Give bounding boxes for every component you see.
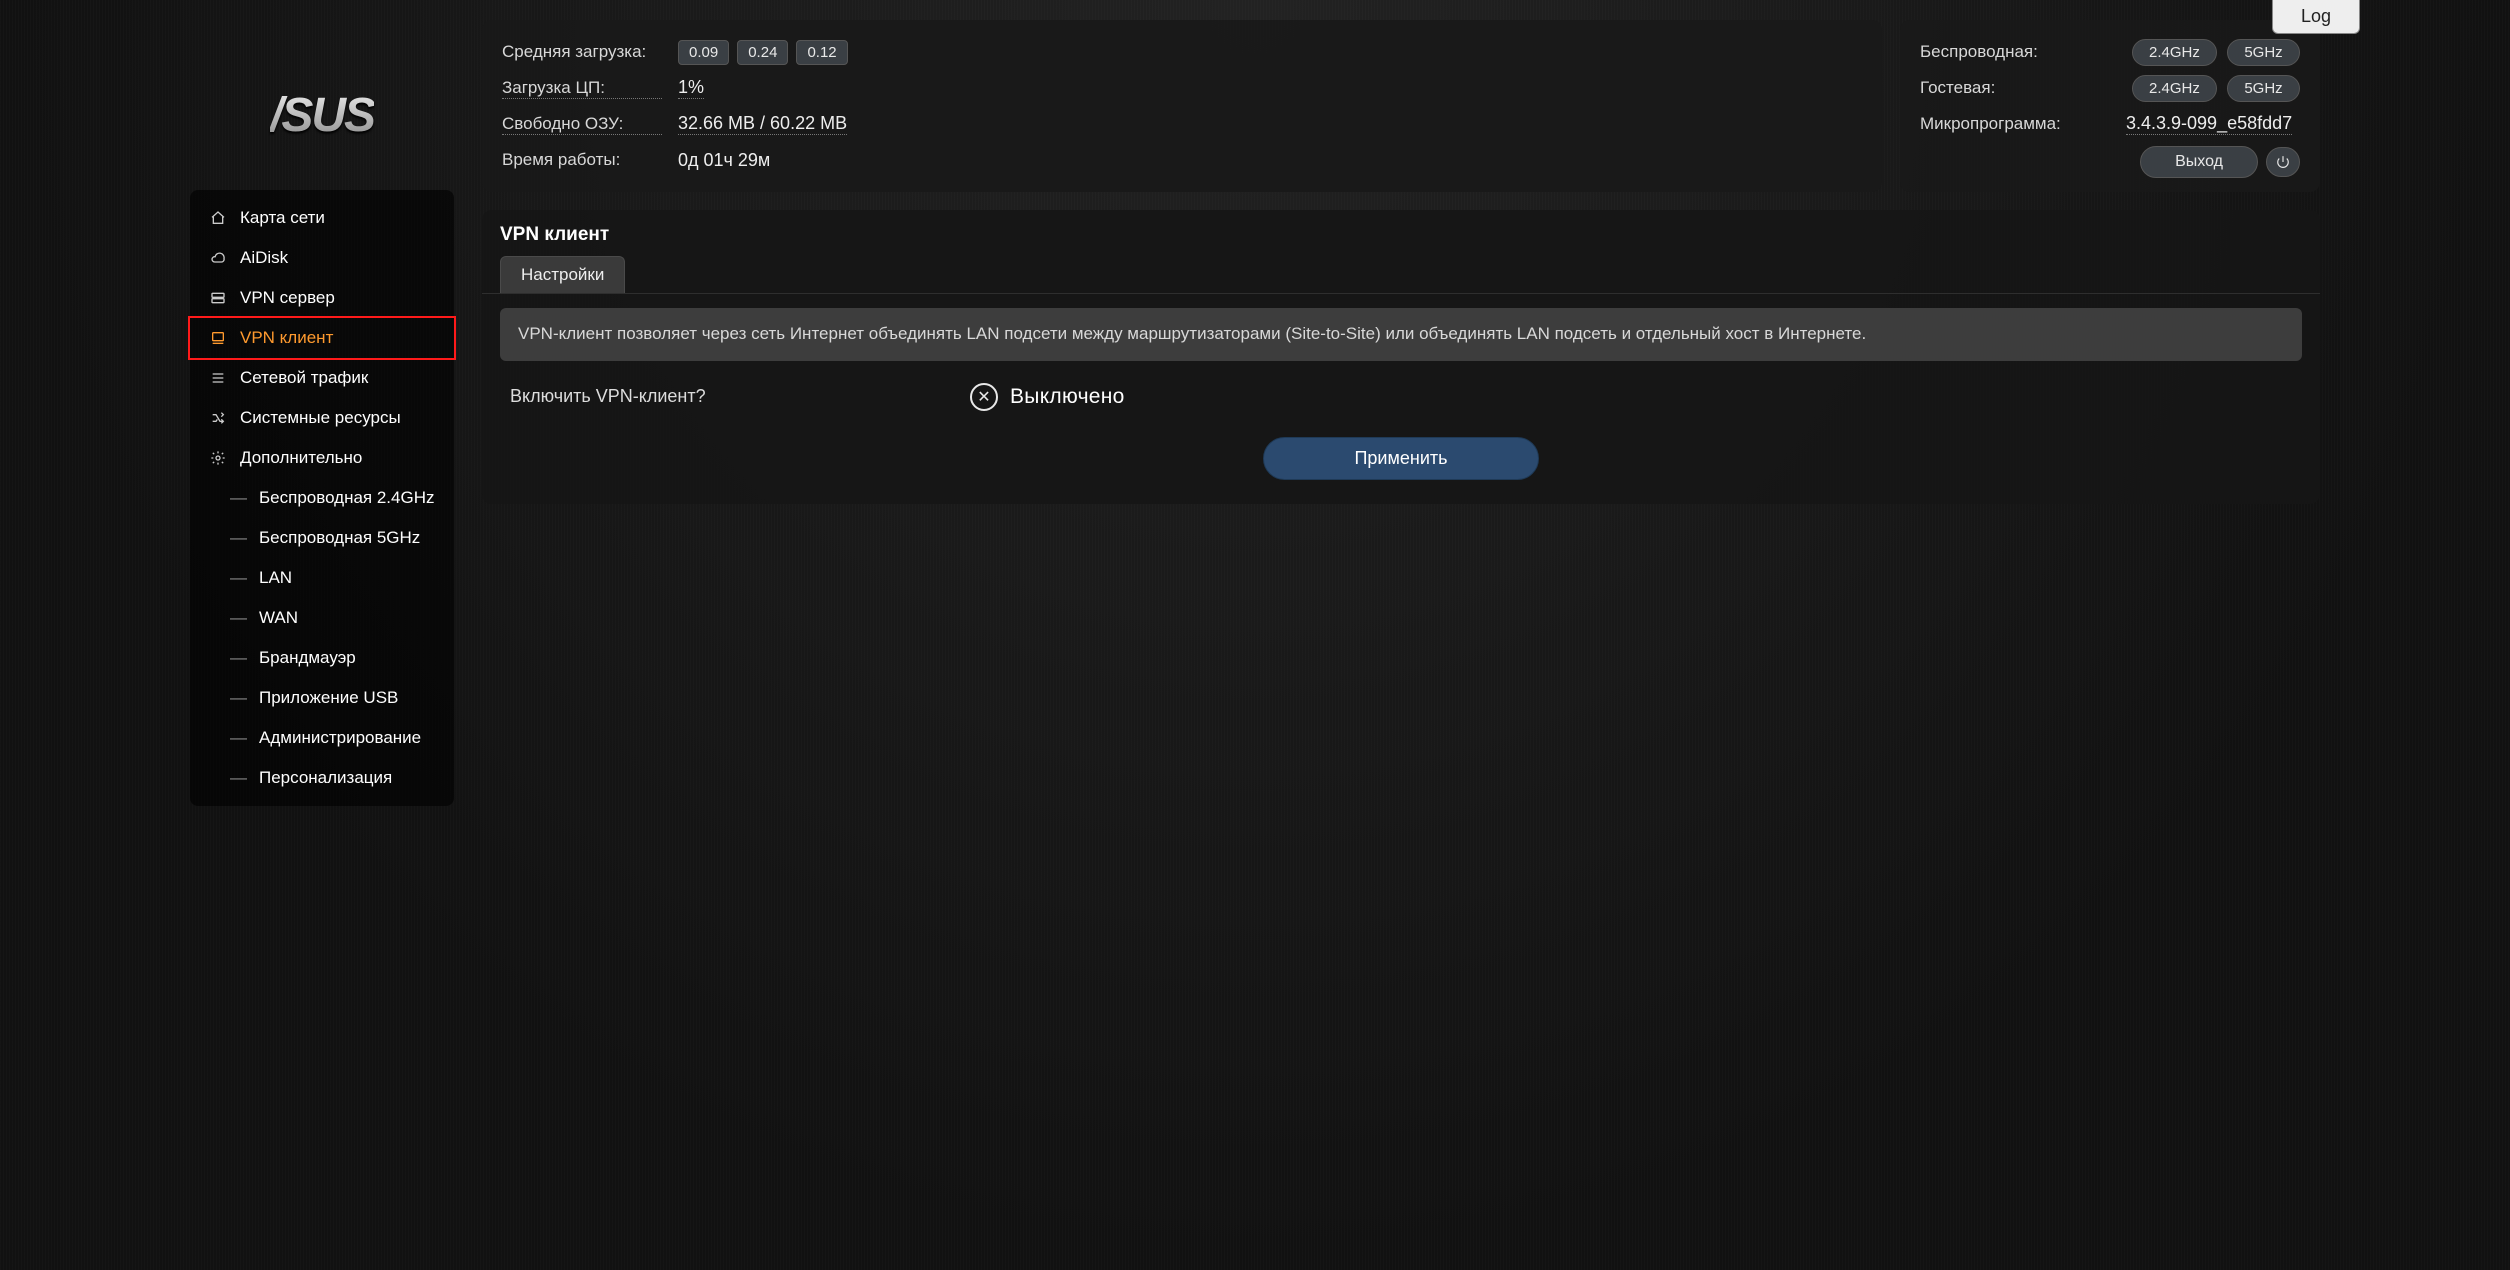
nav-sub-firewall[interactable]: — Брандмауэр <box>190 638 454 678</box>
nav-vpn-client[interactable]: VPN клиент <box>188 316 456 360</box>
nav-sub-lan[interactable]: — LAN <box>190 558 454 598</box>
dash-icon: — <box>230 568 247 588</box>
shuffle-icon <box>208 410 228 426</box>
uptime-value: 0д 01ч 29м <box>678 150 770 171</box>
log-tab[interactable]: Log <box>2272 0 2360 34</box>
wireless-label: Беспроводная: <box>1920 42 2110 62</box>
nav-label: VPN сервер <box>240 288 335 308</box>
nav-vpn-server[interactable]: VPN сервер <box>190 278 454 318</box>
nav-sub-label: Администрирование <box>259 728 421 748</box>
server-icon <box>208 290 228 306</box>
nav-sub-label: WAN <box>259 608 298 628</box>
nav-aidisk[interactable]: AiDisk <box>190 238 454 278</box>
nav-label: Системные ресурсы <box>240 408 401 428</box>
list-icon <box>208 370 228 386</box>
load-pill-2: 0.24 <box>737 40 788 65</box>
tab-settings[interactable]: Настройки <box>500 256 625 293</box>
drive-icon <box>208 330 228 346</box>
power-icon <box>2276 155 2290 169</box>
nav-advanced[interactable]: Дополнительно <box>190 438 454 478</box>
dash-icon: — <box>230 728 247 748</box>
close-circle-icon: ✕ <box>970 383 998 411</box>
sidebar: /SUS Карта сети AiDisk <box>190 20 454 806</box>
dash-icon: — <box>230 528 247 548</box>
page-title: VPN клиент <box>500 224 2302 246</box>
guest-5-chip[interactable]: 5GHz <box>2227 75 2299 102</box>
nav-sub-wifi24[interactable]: — Беспроводная 2.4GHz <box>190 478 454 518</box>
ram-label: Свободно ОЗУ: <box>502 114 662 135</box>
nav-sub-label: Беспроводная 2.4GHz <box>259 488 434 508</box>
status-row: Средняя загрузка: 0.09 0.24 0.12 Загрузк… <box>482 20 2320 192</box>
nav-sub-label: Беспроводная 5GHz <box>259 528 420 548</box>
load-pill-1: 0.09 <box>678 40 729 65</box>
enable-row: Включить VPN-клиент? ✕ Выключено <box>500 361 2302 419</box>
log-tab-label: Log <box>2301 6 2331 26</box>
firmware-label: Микропрограмма: <box>1920 114 2110 134</box>
power-button[interactable] <box>2266 147 2300 177</box>
dash-icon: — <box>230 688 247 708</box>
info-box: VPN-клиент позволяет через сеть Интернет… <box>500 308 2302 361</box>
status-card-network: Беспроводная: 2.4GHz 5GHz Гостевая: 2.4G… <box>1900 20 2320 192</box>
enable-label: Включить VPN-клиент? <box>510 386 930 407</box>
nav-traffic[interactable]: Сетевой трафик <box>190 358 454 398</box>
dash-icon: — <box>230 488 247 508</box>
content-card: VPN клиент Настройки VPN-клиент позволяе… <box>482 210 2320 504</box>
dash-icon: — <box>230 768 247 788</box>
nav-sub-usb-app[interactable]: — Приложение USB <box>190 678 454 718</box>
nav-sub-wifi5[interactable]: — Беспроводная 5GHz <box>190 518 454 558</box>
uptime-label: Время работы: <box>502 150 662 170</box>
firmware-value[interactable]: 3.4.3.9-099_e58fdd7 <box>2126 113 2292 135</box>
main-column: Средняя загрузка: 0.09 0.24 0.12 Загрузк… <box>482 20 2320 806</box>
wireless-5-chip[interactable]: 5GHz <box>2227 39 2299 66</box>
tabs: Настройки <box>482 256 2320 294</box>
enable-state: Выключено <box>1010 385 1125 409</box>
dash-icon: — <box>230 648 247 668</box>
gear-icon <box>208 450 228 466</box>
nav-sys-resources[interactable]: Системные ресурсы <box>190 398 454 438</box>
cpu-label: Загрузка ЦП: <box>502 78 662 99</box>
nav-label: Карта сети <box>240 208 325 228</box>
home-icon <box>208 210 228 226</box>
nav-sub-wan[interactable]: — WAN <box>190 598 454 638</box>
nav-label: VPN клиент <box>240 328 333 348</box>
guest-24-chip[interactable]: 2.4GHz <box>2132 75 2217 102</box>
nav-network-map[interactable]: Карта сети <box>190 198 454 238</box>
avg-load-label: Средняя загрузка: <box>502 42 662 62</box>
nav-sub-label: LAN <box>259 568 292 588</box>
avg-load-value: 0.09 0.24 0.12 <box>678 40 851 65</box>
nav-sub-admin[interactable]: — Администрирование <box>190 718 454 758</box>
brand-logo: /SUS <box>190 40 454 190</box>
nav-sub-label: Персонализация <box>259 768 392 788</box>
ram-value: 32.66 MB / 60.22 MB <box>678 113 847 135</box>
cpu-value: 1% <box>678 77 704 99</box>
nav-sub-personalize[interactable]: — Персонализация <box>190 758 454 798</box>
nav-sub-label: Приложение USB <box>259 688 398 708</box>
guest-label: Гостевая: <box>1920 78 2110 98</box>
dash-icon: — <box>230 608 247 628</box>
logout-button[interactable]: Выход <box>2140 146 2258 178</box>
nav-label: Дополнительно <box>240 448 362 468</box>
status-card-system: Средняя загрузка: 0.09 0.24 0.12 Загрузк… <box>482 20 1882 192</box>
nav-sub-label: Брандмауэр <box>259 648 356 668</box>
load-pill-3: 0.12 <box>796 40 847 65</box>
nav-label: Сетевой трафик <box>240 368 368 388</box>
brand-text: /SUS <box>270 88 374 143</box>
main-nav: Карта сети AiDisk VPN сервер <box>190 190 454 806</box>
enable-toggle[interactable]: ✕ Выключено <box>970 383 1125 411</box>
nav-label: AiDisk <box>240 248 288 268</box>
apply-button[interactable]: Применить <box>1263 437 1538 480</box>
cloud-icon <box>208 250 228 266</box>
wireless-24-chip[interactable]: 2.4GHz <box>2132 39 2217 66</box>
